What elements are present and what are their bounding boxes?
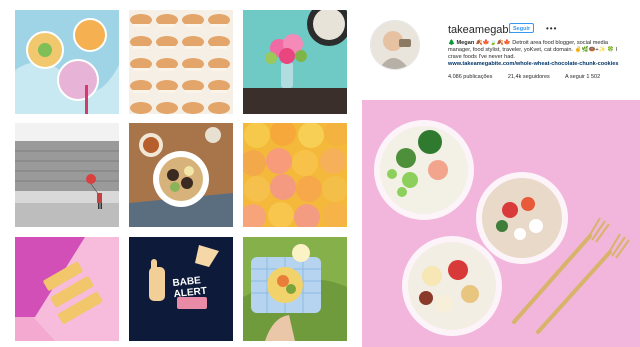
fruit-bowl-photo: [243, 237, 347, 341]
follow-button[interactable]: Seguir: [509, 23, 535, 33]
profile-header: takeamegabite Seguir ••• 🌲 Megan 🍂🍁🍃🍂🍁 D…: [362, 10, 640, 96]
posts-count[interactable]: 4.086 publicações: [448, 74, 492, 80]
drinks-photo: [15, 10, 119, 114]
profile-stats: 4.086 publicações 21,4k seguidores A seg…: [448, 74, 614, 80]
grid-post-puffs[interactable]: [129, 10, 233, 114]
featured-post[interactable]: [362, 100, 640, 347]
bio-name: 🌲 Megan 🍂🍁🍃🍂🍁: [448, 40, 511, 46]
bio: 🌲 Megan 🍂🍁🍃🍂🍁 Detroit area food blogger,…: [448, 40, 632, 62]
babe-pink-photo: [15, 237, 119, 341]
following-count[interactable]: A seguir 1 502: [565, 74, 600, 80]
grid-post-street[interactable]: [15, 123, 119, 227]
grid-post-fruit-bowl[interactable]: [243, 237, 347, 341]
more-options-icon[interactable]: •••: [546, 24, 557, 33]
grid-post-pins[interactable]: BABE ALERT: [129, 237, 233, 341]
grid-post-granola[interactable]: [129, 123, 233, 227]
granola-photo: [129, 123, 233, 227]
avatar[interactable]: [370, 20, 420, 70]
peaches-photo: [243, 123, 347, 227]
grid-post-babe-pink[interactable]: [15, 237, 119, 341]
salad-jars-photo: [362, 100, 640, 347]
puffs-photo: [129, 10, 233, 114]
street-photo: [15, 123, 119, 227]
grid-post-flowers[interactable]: [243, 10, 347, 114]
avatar-photo: [371, 21, 419, 69]
grid-post-peaches[interactable]: [243, 123, 347, 227]
flowers-photo: [243, 10, 347, 114]
bio-link[interactable]: www.takeamegabite.com/whole-wheat-chocol…: [448, 61, 618, 67]
followers-count[interactable]: 21,4k seguidores: [508, 74, 550, 80]
grid-post-drinks[interactable]: [15, 10, 119, 114]
